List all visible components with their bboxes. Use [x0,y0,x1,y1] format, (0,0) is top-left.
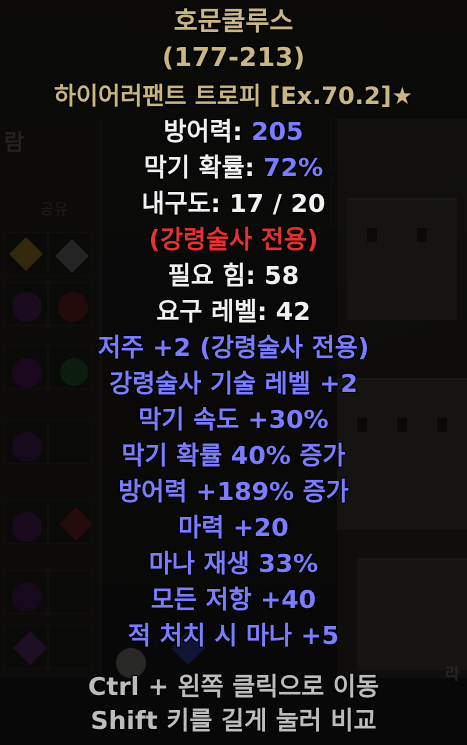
durability-stat: 내구도: 17 / 20 [141,189,326,218]
move-hint: Ctrl + 왼쪽 클릭으로 이동 [88,672,379,701]
defense-label: 방어력: [163,117,252,146]
item-level-range: (177-213) [161,43,306,73]
magic-property: 마나 재생 33% [148,549,319,578]
item-name: 호문쿨루스 [173,7,294,37]
magic-property: 강령술사 기술 레벨 +2 [109,369,358,398]
magic-property: 모든 저항 +40 [150,585,317,614]
defense-stat: 방어력: 205 [0,114,467,150]
compare-hint: Shift 키를 길게 눌러 비교 [90,706,377,735]
star-icon: ★ [391,82,414,110]
strength-requirement: 필요 힘: 58 [167,261,300,290]
magic-property: 적 처치 시 마나 +5 [127,621,340,650]
game-screen: 람 공유 라 호문쿨루스 (177-213) [0,0,467,745]
block-label: 막기 확률: [143,153,264,182]
block-chance-stat: 막기 확률: 72% [0,150,467,186]
magic-property: 방어력 +189% 증가 [118,477,349,506]
base-type-text: 하이어러팬트 트로피 [Ex.70.2] [53,82,392,110]
magic-property: 마력 +20 [178,513,289,542]
item-base-type: 하이어러팬트 트로피 [Ex.70.2]★ [0,78,467,114]
level-requirement: 요구 레벨: 42 [156,297,311,326]
defense-value: 205 [251,117,304,146]
item-tooltip: 호문쿨루스 (177-213) 하이어러팬트 트로피 [Ex.70.2]★ 방어… [0,0,467,745]
class-restriction: (강령술사 전용) [148,225,319,254]
magic-property: 막기 속도 +30% [138,405,329,434]
magic-property: 막기 확률 40% 증가 [121,441,346,470]
magic-property: 저주 +2 (강령술사 전용) [97,333,370,362]
block-value: 72% [263,153,324,182]
